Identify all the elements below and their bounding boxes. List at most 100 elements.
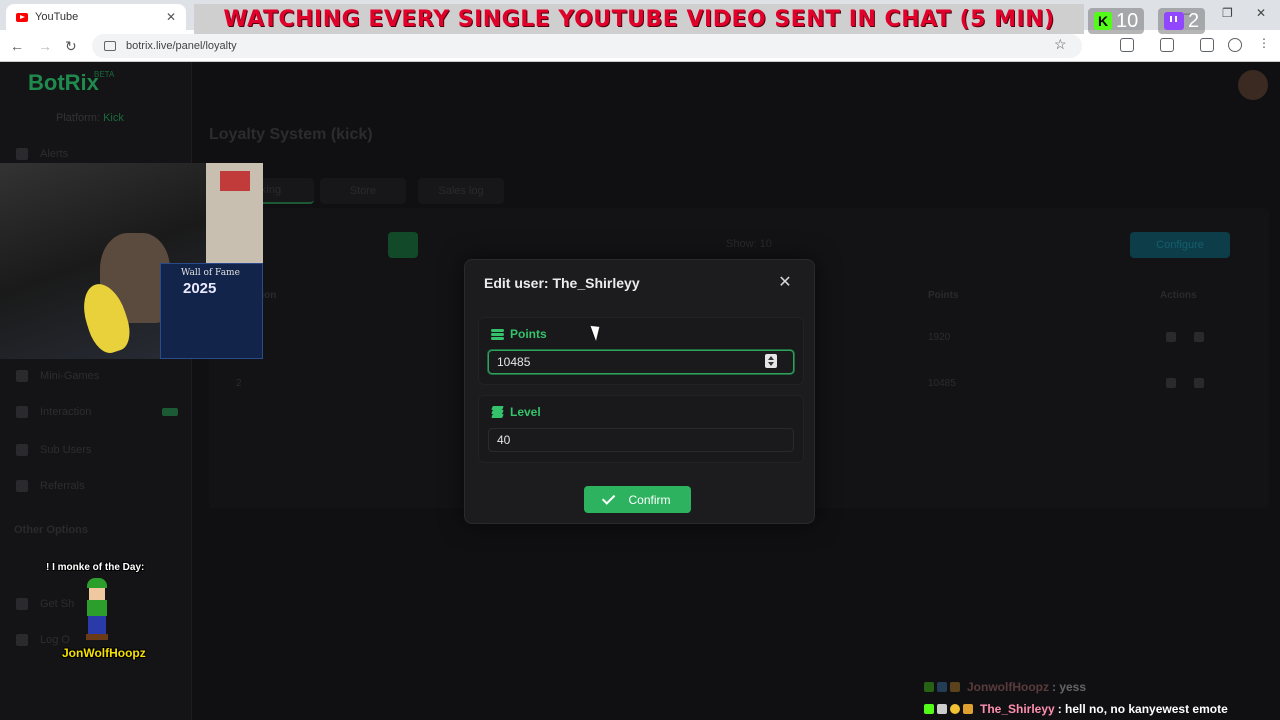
chat-username: The_Shirleyy — [980, 702, 1055, 716]
sidebar-item-logout[interactable]: Log O — [16, 634, 70, 646]
points-label-text: Points — [510, 327, 547, 341]
layers-icon — [491, 406, 504, 418]
tab-sales-log[interactable]: Sales log — [418, 178, 504, 204]
sidebar-item-label: Log O — [40, 634, 70, 646]
level-field-group: Level — [478, 395, 804, 463]
points-field-group: Points — [478, 317, 804, 385]
browser-tab[interactable]: YouTube ✕ — [6, 4, 186, 30]
botrix-logo[interactable]: BotRix — [28, 70, 99, 96]
platform-value: Kick — [103, 112, 124, 124]
forward-icon[interactable]: → — [38, 38, 52, 54]
user-avatar[interactable] — [1238, 70, 1268, 100]
kick-icon: K — [1094, 12, 1112, 30]
mute-badge-icon — [937, 704, 947, 714]
monke-of-the-day-title: ! I monke of the Day: — [46, 562, 145, 573]
poster-title: Wall of Fame — [181, 268, 240, 278]
users-icon — [16, 444, 28, 456]
sidebar-item-label: Sub Users — [40, 444, 92, 456]
level-label-text: Level — [510, 405, 541, 419]
url-field[interactable]: botrix.live/panel/loyalty — [92, 34, 1082, 58]
chat-text: : yess — [1051, 680, 1087, 694]
url-text: botrix.live/panel/loyalty — [126, 40, 237, 52]
points-input[interactable] — [488, 350, 794, 374]
kick-badge-icon — [924, 682, 934, 692]
edit-icon[interactable] — [1166, 378, 1176, 388]
webcam-overlay: Wall of Fame 2025 — [0, 163, 263, 359]
coins-icon — [491, 328, 504, 340]
sidebar-item-mini-games[interactable]: Mini-Games — [16, 370, 99, 382]
chat-text: : hell no, no kanyewest emote — [1057, 702, 1228, 716]
sub-badge-icon — [937, 682, 947, 692]
kick-badge-icon — [924, 704, 934, 714]
search-button[interactable] — [388, 232, 418, 258]
delete-icon[interactable] — [1194, 332, 1204, 342]
sidebar-item-alerts[interactable]: Alerts — [16, 148, 68, 160]
level-input[interactable] — [488, 428, 794, 452]
platform-label: Platform: — [56, 112, 101, 124]
chat-message: JonwolfHoopz : yess — [924, 680, 1086, 694]
gift-icon — [16, 598, 28, 610]
sidebar-item-get[interactable]: Get Sh — [16, 598, 74, 610]
points-label: Points — [491, 327, 547, 341]
show-label: Show — [726, 238, 754, 250]
new-badge — [162, 408, 178, 416]
show-entries[interactable]: Show: 10 — [726, 238, 772, 250]
extension-icon[interactable] — [1120, 38, 1134, 52]
stream-title-banner: WATCHING EVERY SINGLE YOUTUBE VIDEO SENT… — [194, 4, 1084, 34]
confirm-label: Confirm — [628, 492, 671, 507]
beta-badge: BETA — [94, 70, 115, 79]
referral-icon — [16, 480, 28, 492]
chat-icon — [16, 406, 28, 418]
sidebar-item-label: Alerts — [40, 148, 69, 160]
confirm-button[interactable]: Confirm — [584, 486, 691, 513]
chat-username: JonwolfHoopz — [967, 680, 1049, 694]
close-icon[interactable]: ✕ — [777, 274, 793, 291]
luigi-sprite — [84, 578, 110, 640]
sidebar-item-label: Mini-Games — [40, 370, 100, 382]
menu-icon[interactable]: ⋮ — [1258, 36, 1270, 50]
configure-button[interactable]: Configure — [1130, 232, 1230, 258]
sidebar-item-referrals[interactable]: Referrals — [16, 480, 85, 492]
kick-viewers: 10 — [1116, 9, 1139, 32]
tab-close-icon[interactable]: ✕ — [166, 10, 176, 24]
tab-search-icon[interactable] — [1200, 38, 1214, 52]
sidebar-section-heading: Other Options — [14, 524, 88, 536]
stream-title: WATCHING EVERY SINGLE YOUTUBE VIDEO SENT… — [223, 6, 1055, 32]
webcam-background-shelf — [206, 163, 263, 263]
site-info-icon[interactable] — [104, 41, 116, 51]
sidebar-item-label: Get Sh — [40, 598, 75, 610]
poster-year: 2025 — [183, 280, 217, 297]
wall-of-fame-poster: Wall of Fame 2025 — [160, 263, 263, 359]
level-label: Level — [491, 405, 541, 419]
modal-title: Edit user: The_Shirleyy — [484, 275, 640, 291]
row-points: 10485 — [928, 378, 956, 389]
show-value: 10 — [759, 238, 772, 250]
address-bar: ← → ↻ botrix.live/panel/loyalty ☆ — [0, 30, 1280, 62]
restore-icon[interactable]: ❐ — [1222, 6, 1233, 20]
sidebar-item-sub-users[interactable]: Sub Users — [16, 444, 91, 456]
twitch-icon — [1164, 12, 1184, 30]
edit-icon[interactable] — [1166, 332, 1176, 342]
number-stepper[interactable] — [765, 354, 777, 368]
sidebar-item-label: Referrals — [40, 480, 85, 492]
media-icon[interactable] — [1160, 38, 1174, 52]
tab-store[interactable]: Store — [320, 178, 406, 204]
coin-badge-icon — [950, 704, 960, 714]
sidebar-item-interaction[interactable]: Interaction — [16, 406, 91, 418]
twitch-viewer-counter: 2 — [1158, 8, 1206, 34]
chat-message: The_Shirleyy : hell no, no kanyewest emo… — [924, 702, 1228, 716]
browser-tab-title: YouTube — [35, 11, 79, 23]
bell-icon — [16, 148, 28, 160]
profile-icon[interactable] — [1228, 38, 1242, 52]
page-title: Loyalty System (kick) — [209, 126, 373, 143]
window-close-icon[interactable]: ✕ — [1256, 6, 1266, 20]
crown-badge-icon — [963, 704, 973, 714]
delete-icon[interactable] — [1194, 378, 1204, 388]
column-header-points: Points — [928, 290, 959, 301]
edit-user-modal: Edit user: The_Shirleyy ✕ Points Level C… — [464, 259, 815, 524]
bookmark-star-icon[interactable]: ☆ — [1054, 36, 1067, 53]
reload-icon[interactable]: ↻ — [65, 38, 77, 55]
row-points: 1920 — [928, 332, 951, 343]
back-icon[interactable]: ← — [10, 38, 24, 54]
crown-badge-icon — [950, 682, 960, 692]
